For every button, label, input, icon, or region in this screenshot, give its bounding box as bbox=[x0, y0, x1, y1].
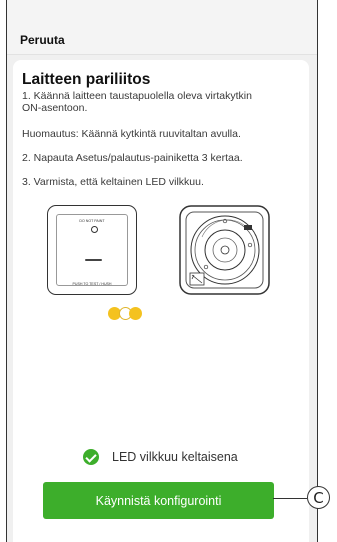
device-led-dot bbox=[91, 226, 98, 233]
check-circle-icon bbox=[83, 449, 99, 465]
callout-line bbox=[273, 498, 307, 500]
led-yellow-dot bbox=[129, 307, 142, 320]
step-1-text: 1. Käännä laitteen taustapuolella oleva … bbox=[22, 90, 252, 114]
step-2-text: 2. Napauta Asetus/palautus-painiketta 3 … bbox=[22, 152, 243, 164]
device-button-slot bbox=[85, 259, 102, 261]
page-title: Laitteen pariliitos bbox=[22, 71, 151, 88]
phone-frame: Peruuta Laitteen pariliitos 1. Käännä la… bbox=[6, 0, 318, 542]
device-front-label-top: DO NOT PAINT bbox=[79, 219, 105, 223]
start-configuration-button[interactable]: Käynnistä konfigurointi bbox=[43, 482, 274, 519]
device-back-illustration bbox=[178, 205, 272, 295]
device-front-illustration: DO NOT PAINT PUSH TO TEST / HUSH bbox=[47, 205, 137, 295]
device-back-drawing bbox=[179, 205, 270, 295]
note-text: Huomautus: Käännä kytkintä ruuvitaltan a… bbox=[22, 128, 241, 140]
device-front-face bbox=[56, 214, 128, 286]
pairing-card: Laitteen pariliitos 1. Käännä laitteen t… bbox=[13, 60, 309, 542]
device-front-label-bottom: PUSH TO TEST / HUSH bbox=[72, 282, 112, 286]
led-status-text: LED vilkkuu keltaisena bbox=[112, 450, 238, 464]
top-bar: Peruuta bbox=[7, 0, 317, 55]
cancel-link[interactable]: Peruuta bbox=[20, 33, 65, 47]
callout-badge: C bbox=[307, 486, 330, 509]
step-3-text: 3. Varmista, että keltainen LED vilkkuu. bbox=[22, 176, 204, 188]
